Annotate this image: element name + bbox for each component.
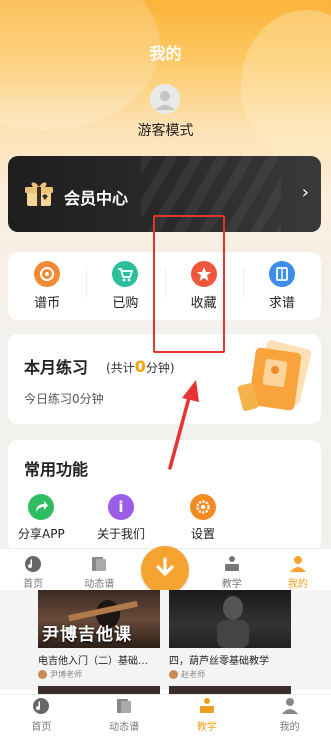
teaching-icon — [222, 555, 242, 573]
video-author: 赵老师 — [181, 670, 205, 679]
tab-mine[interactable]: 我的 — [248, 695, 331, 752]
tab-label: 动态谱 — [109, 722, 140, 733]
arrow-down-icon — [153, 556, 177, 584]
book-icon — [268, 261, 295, 287]
user-icon — [280, 697, 300, 715]
share-app-label: 分享APP — [18, 527, 65, 541]
video-title: 四，葫芦丝零基础教学 — [169, 656, 269, 667]
music-note-icon — [31, 697, 51, 715]
quick-action-label: 求谱 — [268, 296, 295, 311]
video-meta: 尹博老师 — [38, 669, 160, 680]
quick-action-label: 谱币 — [34, 296, 61, 311]
sheet-icon — [89, 555, 109, 573]
page-title: 我的 — [149, 44, 182, 63]
tab-label: 教学 — [221, 579, 242, 590]
music-note-icon — [23, 555, 43, 573]
tab-label: 首页 — [23, 579, 44, 590]
coin-icon — [34, 261, 61, 287]
sheet-icon — [114, 697, 134, 715]
about-us-button[interactable]: i 关于我们 — [97, 494, 145, 542]
avatar[interactable] — [150, 84, 180, 114]
video-card-peek — [38, 686, 160, 694]
video-title: 电吉他入门（二）基础… — [38, 656, 148, 667]
vip-center-label: 会员中心 — [64, 189, 129, 208]
tab-label: 动态谱 — [84, 579, 115, 590]
about-us-label: 关于我们 — [97, 527, 146, 541]
video-card[interactable]: 四，葫芦丝零基础教学 赵老师 — [169, 590, 291, 679]
practice-total: (共计0分钟) — [106, 357, 175, 376]
video-card[interactable]: 尹博吉他课 电吉他入门（二）基础… 尹博老师 — [38, 590, 160, 679]
cart-icon — [112, 261, 139, 287]
functions-title: 常用功能 — [24, 460, 89, 479]
tab-label: 我的 — [287, 579, 308, 590]
annotation-highlight-box — [153, 215, 225, 353]
practice-total-minutes: 0 — [134, 357, 146, 376]
tab-home[interactable]: 首页 — [0, 549, 66, 590]
tab-label: 首页 — [31, 722, 52, 733]
practice-title: 本月练习 — [24, 358, 89, 377]
gear-icon — [190, 494, 216, 520]
username[interactable]: 游客模式 — [0, 120, 331, 140]
quick-action-coins[interactable]: 谱币 — [8, 252, 86, 320]
tab-mine[interactable]: 我的 — [265, 549, 331, 590]
tab-teaching[interactable]: 教学 — [199, 549, 265, 590]
video-thumbnail — [169, 590, 291, 648]
chevron-right-icon: › — [301, 182, 309, 203]
header-decoration — [0, 0, 160, 130]
practice-today: 今日练习0分钟 — [24, 392, 104, 406]
user-icon — [288, 555, 308, 573]
annotation-arrow-icon — [160, 378, 210, 474]
tab-label: 教学 — [196, 722, 217, 733]
gift-icon — [24, 180, 54, 212]
share-app-button[interactable]: 分享APP — [18, 494, 65, 542]
share-icon — [28, 494, 55, 520]
tab-dynamic-score[interactable]: 动态谱 — [83, 695, 166, 752]
tab-teaching[interactable]: 教学 — [166, 695, 249, 752]
bottom-tab-bar: 首页 动态谱 教学 我的 — [0, 694, 331, 752]
info-icon: i — [108, 494, 134, 520]
video-thumbnail: 尹博吉他课 — [38, 590, 160, 648]
teaching-icon — [197, 697, 217, 715]
author-avatar — [169, 670, 178, 679]
quick-action-request-score[interactable]: 求谱 — [242, 252, 321, 320]
tab-label: 我的 — [279, 722, 300, 733]
video-author: 尹博老师 — [50, 670, 82, 679]
author-avatar — [38, 670, 47, 679]
video-card-peek — [169, 686, 291, 694]
download-button[interactable] — [141, 546, 189, 594]
video-meta: 赵老师 — [169, 669, 291, 680]
practice-illustration-icon — [234, 336, 318, 420]
tab-dynamic-score[interactable]: 动态谱 — [66, 549, 132, 590]
video-thumbnail-text: 尹博吉他课 — [42, 625, 132, 645]
settings-button[interactable]: 设置 — [190, 494, 216, 542]
quick-action-label: 已购 — [112, 296, 139, 311]
settings-label: 设置 — [190, 527, 215, 541]
tab-home[interactable]: 首页 — [0, 695, 83, 752]
